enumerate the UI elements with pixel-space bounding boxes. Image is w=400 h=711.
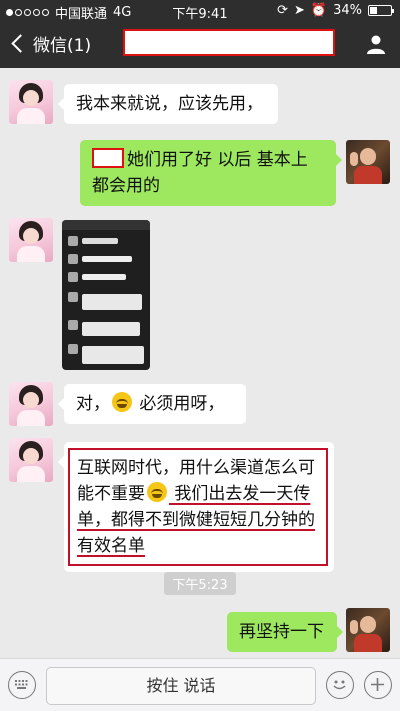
input-bar: 按住 说话 — [0, 658, 400, 711]
contact-avatar[interactable] — [9, 80, 53, 124]
message-text: 我本来就说，应该先用， — [76, 94, 263, 114]
contact-avatar[interactable] — [9, 438, 53, 482]
message-line: 互联网时代，用什么渠道怎么可 — [77, 458, 315, 478]
hold-to-talk-button[interactable]: 按住 说话 — [46, 667, 316, 705]
smiley-icon — [333, 680, 346, 690]
image-message-thumbnail[interactable] — [62, 220, 150, 370]
message-text: 再坚持一下 — [239, 622, 324, 642]
status-bar: 中国联通 4G 下午9:41 ⟳ ➤ ⏰ 34% — [0, 0, 400, 22]
chat-area[interactable]: 我本来就说，应该先用， 她们用了好 以后 基本上都会用的 对， 必须用呀， 互联… — [0, 68, 400, 658]
location-icon: ➤ — [294, 3, 305, 18]
message-text: 她们用了好 以后 基本上都会用的 — [92, 150, 308, 196]
timestamp: 下午5:23 — [0, 572, 400, 595]
message-line: 单，都得不到微健短短几分钟的 — [77, 510, 315, 530]
keyboard-toggle-button[interactable] — [8, 671, 36, 699]
contact-avatar[interactable] — [9, 382, 53, 426]
message-bubble-received[interactable]: 对， 必须用呀， — [58, 384, 246, 424]
person-icon[interactable] — [366, 34, 386, 54]
my-avatar[interactable] — [346, 608, 390, 652]
my-avatar[interactable] — [346, 140, 390, 184]
battery-icon — [368, 5, 394, 16]
more-button[interactable] — [364, 671, 392, 699]
grin-sweat-emoji — [147, 482, 167, 502]
message-bubble-received[interactable]: 我本来就说，应该先用， — [58, 84, 278, 124]
message-text: 对， — [76, 394, 110, 414]
chevron-left-icon — [11, 34, 30, 53]
grin-sweat-emoji — [112, 392, 132, 412]
emoji-button[interactable] — [326, 671, 354, 699]
redacted-name — [92, 148, 124, 168]
redacted-chat-title — [123, 29, 335, 56]
lock-rotation-icon: ⟳ — [277, 3, 288, 18]
nav-bar: 微信(1) — [0, 22, 400, 68]
message-bubble-sent[interactable]: 她们用了好 以后 基本上都会用的 — [80, 140, 342, 206]
alarm-icon: ⏰ — [310, 3, 328, 18]
message-bubble-received[interactable]: 互联网时代，用什么渠道怎么可 能不重要 我们出去发一天传 单，都得不到微健短短几… — [58, 442, 334, 572]
battery-percent: 34% — [333, 3, 362, 18]
clock-label: 下午9:41 — [172, 7, 228, 22]
message-line: 有效名单 — [77, 536, 145, 556]
message-line: 能不重要 我们出去发一天传 — [77, 482, 311, 504]
back-button[interactable]: 微信(1) — [8, 31, 91, 56]
plus-icon — [371, 678, 384, 691]
highlight-box: 互联网时代，用什么渠道怎么可 能不重要 我们出去发一天传 单，都得不到微健短短几… — [68, 448, 328, 566]
message-bubble-sent[interactable]: 再坚持一下 — [227, 612, 343, 652]
message-text: 必须用呀， — [134, 394, 225, 414]
back-label: 微信(1) — [33, 36, 92, 56]
contact-avatar[interactable] — [9, 218, 53, 262]
keyboard-icon — [15, 680, 28, 689]
